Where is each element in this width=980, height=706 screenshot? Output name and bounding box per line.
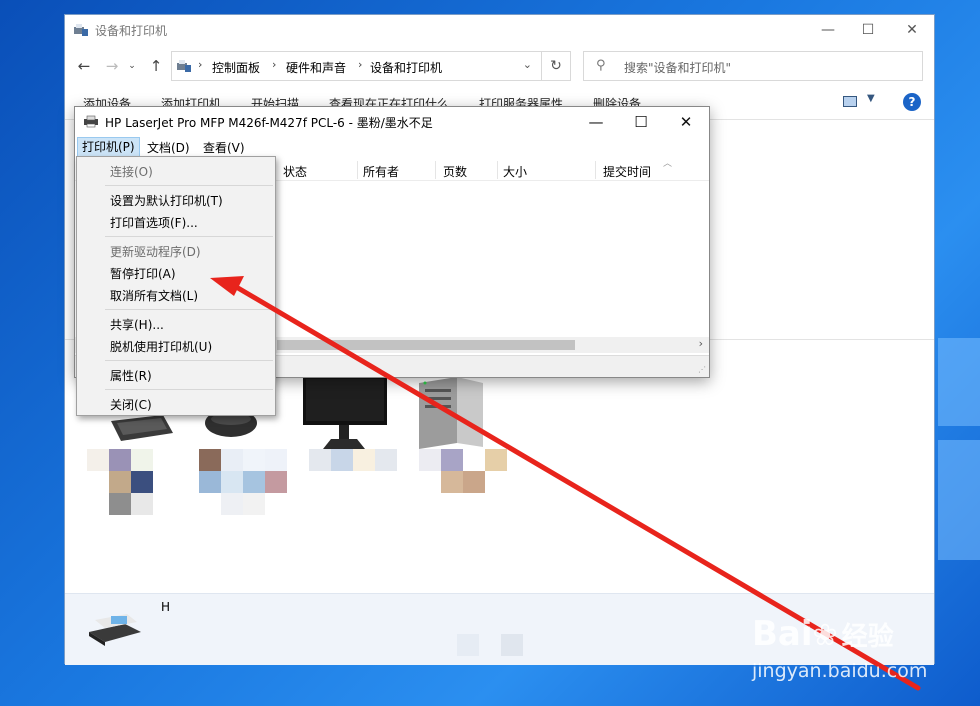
watermark-url: jingyan.baidu.com	[752, 660, 928, 682]
watermark-brand-cn: 经验	[841, 622, 894, 652]
annotation-arrow	[210, 276, 921, 691]
paw-icon: ❀	[812, 618, 838, 653]
watermark-brand: Bai	[752, 614, 813, 654]
annotation-arrow-head	[210, 276, 244, 296]
watermark: Bai❀ 经验	[752, 614, 894, 654]
